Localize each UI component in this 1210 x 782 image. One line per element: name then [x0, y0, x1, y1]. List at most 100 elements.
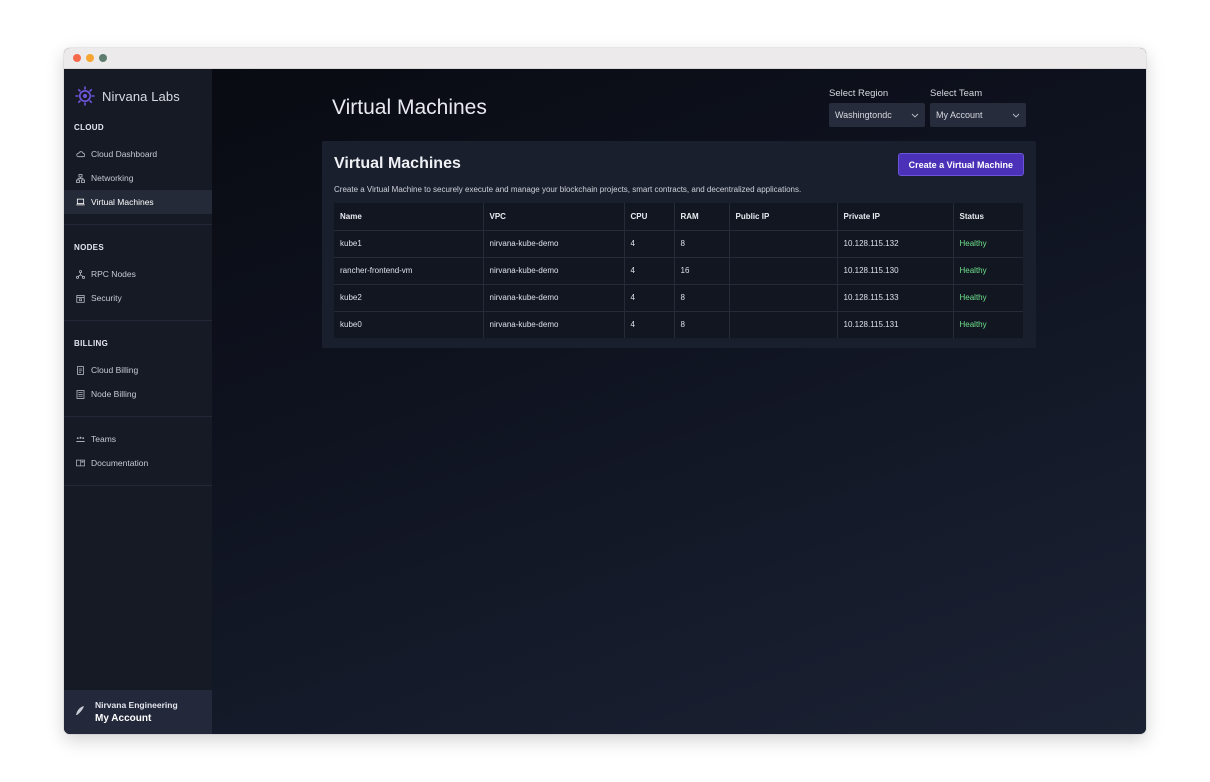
cell-public-ip: [729, 230, 838, 258]
sidebar-item-networking[interactable]: Networking: [64, 166, 212, 190]
sidebar-item-cloud-billing[interactable]: Cloud Billing: [64, 358, 212, 382]
card-title: Virtual Machines: [334, 155, 461, 172]
sidebar: Nirvana Labs CLOUD Cloud Dashboard Netwo…: [64, 69, 212, 734]
sidebar-item-label: Cloud Billing: [91, 365, 139, 375]
chevron-down-icon: [1012, 110, 1020, 120]
cell-public-ip: [729, 284, 838, 312]
cell-name: kube1: [334, 230, 484, 258]
cell-vpc: nirvana-kube-demo: [483, 284, 625, 312]
sidebar-item-rpc-nodes[interactable]: RPC Nodes: [64, 262, 212, 286]
cell-ram: 16: [674, 257, 730, 285]
cell-private-ip: 10.128.115.131: [837, 311, 954, 338]
cloud-icon: [76, 150, 85, 159]
nirvana-logo-icon: [74, 85, 96, 109]
sidebar-item-security[interactable]: Security: [64, 286, 212, 310]
sidebar-section-billing: BILLING Cloud Billing Node Billing: [64, 321, 212, 417]
cell-name: kube2: [334, 284, 484, 312]
sidebar-item-documentation[interactable]: Documentation: [64, 451, 212, 475]
cell-status: Healthy: [953, 230, 1023, 258]
billing-icon: [76, 365, 85, 375]
sidebar-item-teams[interactable]: Teams: [64, 427, 212, 451]
chevron-down-icon: [911, 110, 919, 120]
security-icon: [76, 294, 85, 303]
column-header-cpu[interactable]: CPU: [624, 203, 675, 231]
section-title-cloud: CLOUD: [74, 123, 104, 132]
region-selector: Select Region Washingtondc: [829, 88, 925, 127]
brand-name: Nirvana Labs: [102, 89, 180, 104]
cell-vpc: nirvana-kube-demo: [483, 311, 625, 338]
sidebar-section-nodes: NODES RPC Nodes Security: [64, 225, 212, 321]
column-header-private-ip[interactable]: Private IP: [837, 203, 954, 231]
cell-name: kube0: [334, 311, 484, 338]
sidebar-section-cloud: CLOUD Cloud Dashboard Networking Virtual…: [64, 113, 212, 225]
cell-cpu: 4: [624, 284, 675, 312]
window-titlebar: [64, 48, 1146, 69]
team-select[interactable]: My Account: [930, 103, 1026, 127]
cell-status: Healthy: [953, 257, 1023, 285]
receipt-icon: [76, 389, 85, 399]
region-select[interactable]: Washingtondc: [829, 103, 925, 127]
table-header-row: Name VPC CPU RAM Public IP Private IP St…: [334, 203, 1023, 231]
region-value: Washingtondc: [835, 110, 892, 120]
cell-private-ip: 10.128.115.130: [837, 257, 954, 285]
table-row[interactable]: kube0 nirvana-kube-demo 4 8 10.128.115.1…: [334, 311, 1023, 338]
page-title: Virtual Machines: [332, 96, 487, 119]
sidebar-item-label: Networking: [91, 173, 134, 183]
main-content: Virtual Machines Select Region Washingto…: [212, 69, 1146, 734]
sidebar-item-label: Virtual Machines: [91, 197, 154, 207]
sidebar-section-misc: Teams Documentation: [64, 417, 212, 486]
sidebar-item-label: Security: [91, 293, 122, 303]
browser-window: Nirvana Labs CLOUD Cloud Dashboard Netwo…: [64, 48, 1146, 734]
sidebar-item-label: Documentation: [91, 458, 149, 468]
cell-ram: 8: [674, 230, 730, 258]
sidebar-item-label: Teams: [91, 434, 117, 444]
sidebar-item-label: Cloud Dashboard: [91, 149, 158, 159]
column-header-public-ip[interactable]: Public IP: [729, 203, 838, 231]
team-label: Select Team: [930, 88, 983, 99]
account-info: Nirvana Engineering My Account: [95, 700, 178, 724]
table-row[interactable]: kube2 nirvana-kube-demo 4 8 10.128.115.1…: [334, 284, 1023, 312]
create-vm-button[interactable]: Create a Virtual Machine: [897, 153, 1024, 176]
team-selector: Select Team My Account: [930, 88, 1026, 127]
column-header-name[interactable]: Name: [334, 203, 484, 231]
sidebar-item-cloud-dashboard[interactable]: Cloud Dashboard: [64, 142, 212, 166]
column-header-vpc[interactable]: VPC: [483, 203, 625, 231]
vm-table: Name VPC CPU RAM Public IP Private IP St…: [334, 203, 1023, 338]
docs-icon: [76, 459, 85, 468]
cell-private-ip: 10.128.115.132: [837, 230, 954, 258]
sidebar-item-label: RPC Nodes: [91, 269, 136, 279]
minimize-window-button[interactable]: [86, 54, 94, 62]
cell-cpu: 4: [624, 311, 675, 338]
cell-private-ip: 10.128.115.133: [837, 284, 954, 312]
team-value: My Account: [936, 110, 983, 120]
close-window-button[interactable]: [73, 54, 81, 62]
sidebar-item-virtual-machines[interactable]: Virtual Machines: [64, 190, 212, 214]
maximize-window-button[interactable]: [99, 54, 107, 62]
region-label: Select Region: [829, 88, 889, 99]
column-header-ram[interactable]: RAM: [674, 203, 730, 231]
team-icon: [76, 435, 85, 444]
cell-public-ip: [729, 257, 838, 285]
cell-public-ip: [729, 311, 838, 338]
cell-name: rancher-frontend-vm: [334, 257, 484, 285]
network-icon: [76, 173, 85, 183]
cell-status: Healthy: [953, 284, 1023, 312]
cell-cpu: 4: [624, 230, 675, 258]
org-name: Nirvana Engineering: [95, 700, 178, 710]
sidebar-item-node-billing[interactable]: Node Billing: [64, 382, 212, 406]
account-footer[interactable]: Nirvana Engineering My Account: [64, 690, 212, 734]
app-root: Nirvana Labs CLOUD Cloud Dashboard Netwo…: [64, 69, 1146, 734]
table-row[interactable]: kube1 nirvana-kube-demo 4 8 10.128.115.1…: [334, 230, 1023, 258]
card-description: Create a Virtual Machine to securely exe…: [334, 185, 802, 194]
cell-ram: 8: [674, 284, 730, 312]
cell-vpc: nirvana-kube-demo: [483, 257, 625, 285]
vm-card: Virtual Machines Create a Virtual Machin…: [322, 141, 1036, 348]
column-header-status[interactable]: Status: [953, 203, 1023, 231]
nodes-icon: [76, 269, 85, 279]
account-name: My Account: [95, 713, 152, 724]
org-avatar: [73, 704, 87, 720]
cell-ram: 8: [674, 311, 730, 338]
brand[interactable]: Nirvana Labs: [64, 69, 212, 113]
table-row[interactable]: rancher-frontend-vm nirvana-kube-demo 4 …: [334, 257, 1023, 285]
cell-status: Healthy: [953, 311, 1023, 338]
